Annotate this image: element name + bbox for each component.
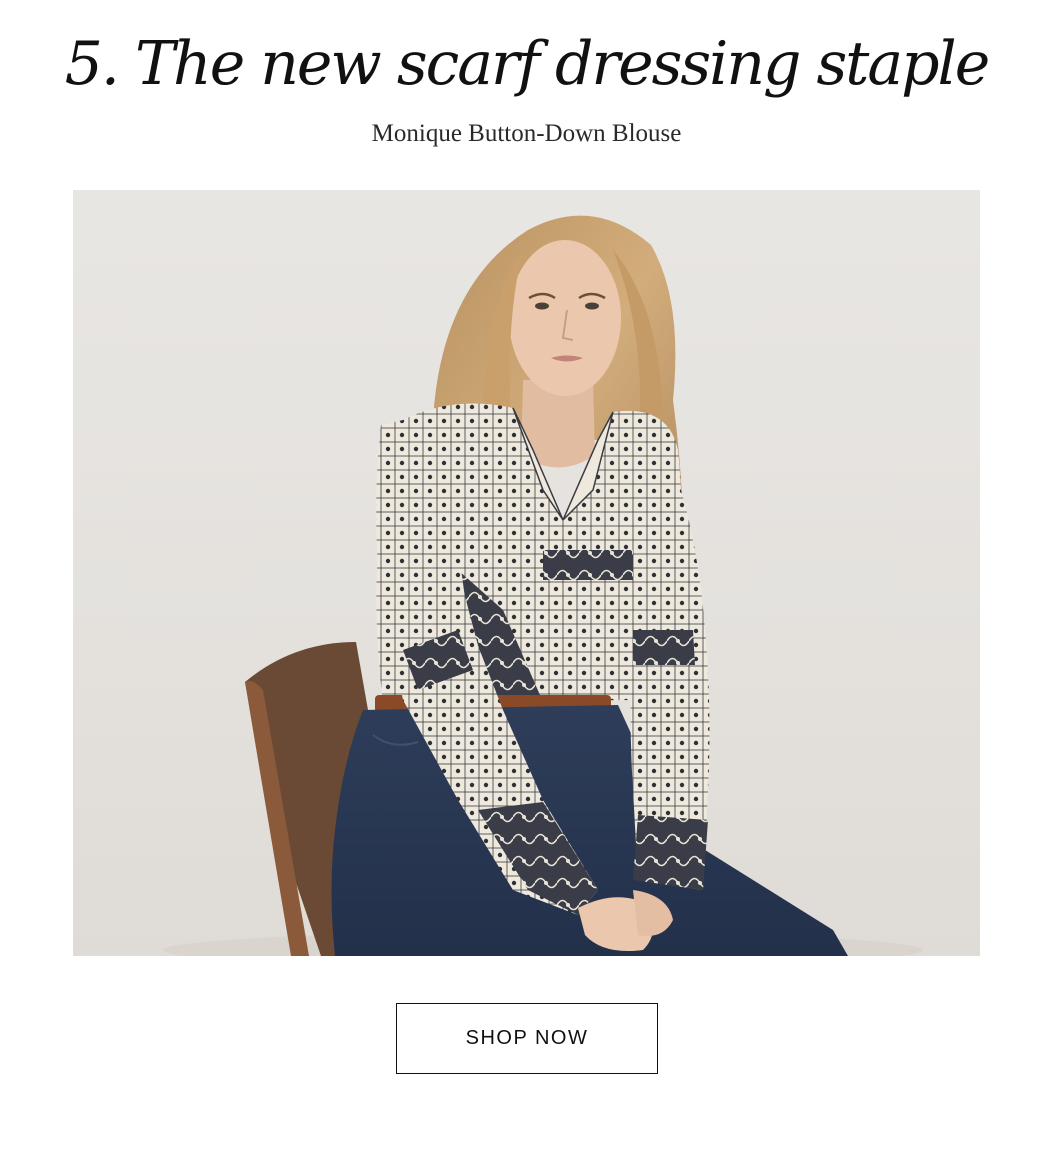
shop-now-label: SHOP NOW	[465, 1027, 589, 1049]
hero-product-image[interactable]	[73, 190, 980, 956]
model-illustration	[163, 215, 923, 956]
product-name: Monique Button-Down Blouse	[371, 120, 682, 147]
section-headline: 5. The new scarf dressing staple	[64, 29, 991, 99]
shop-now-button[interactable]: SHOP NOW	[396, 1003, 658, 1074]
